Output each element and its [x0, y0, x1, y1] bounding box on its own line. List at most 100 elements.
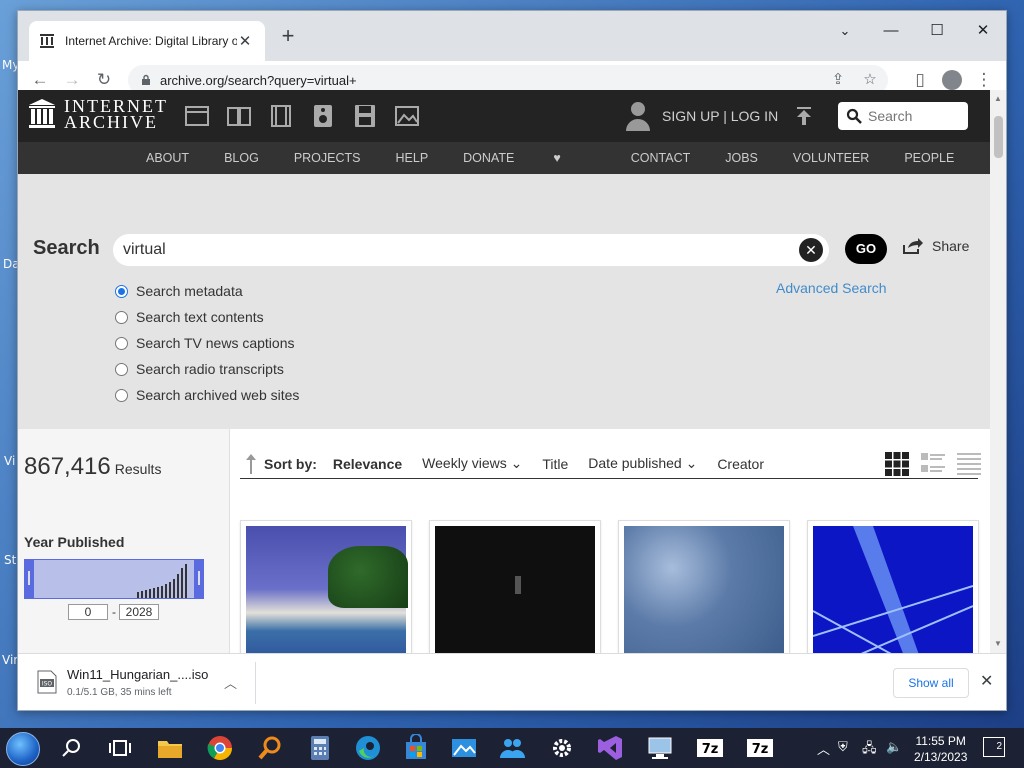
software-disk-icon[interactable] — [352, 104, 378, 128]
sort-creator[interactable]: Creator — [717, 456, 764, 472]
texts-book-icon[interactable] — [226, 104, 252, 128]
volume-icon[interactable]: 🔈 — [886, 739, 902, 755]
result-card[interactable] — [429, 520, 601, 653]
images-icon[interactable] — [394, 104, 420, 128]
desktop-icon-label[interactable]: St — [4, 553, 16, 567]
nav-contact[interactable]: CONTACT — [631, 151, 691, 165]
tab-search-chevron-icon[interactable]: ⌄ — [822, 17, 868, 45]
network-icon[interactable]: 🖧 — [862, 739, 877, 761]
sort-relevance[interactable]: Relevance — [333, 456, 402, 472]
nav-volunteer[interactable]: VOLUNTEER — [793, 151, 869, 165]
user-icon[interactable] — [624, 100, 652, 132]
radio-search-metadata[interactable]: Search metadata — [115, 278, 299, 304]
bookmark-star-icon[interactable]: ☆ — [858, 68, 882, 92]
radio-search-tv[interactable]: Search TV news captions — [115, 330, 299, 356]
signup-login-link[interactable]: SIGN UP | LOG IN — [662, 108, 778, 124]
clear-search-button[interactable]: ✕ — [799, 238, 823, 262]
search-icon[interactable] — [58, 734, 86, 762]
gear-icon[interactable] — [548, 734, 576, 762]
radio-search-text[interactable]: Search text contents — [115, 304, 299, 330]
nav-about[interactable]: ABOUT — [146, 151, 189, 165]
back-arrow-icon[interactable]: ← — [28, 68, 52, 92]
show-all-button[interactable]: Show all — [893, 668, 969, 698]
desktop-icon-label[interactable]: Vir — [2, 653, 18, 667]
upload-icon[interactable] — [794, 106, 814, 126]
histogram-max-handle[interactable] — [194, 559, 204, 599]
scroll-thumb[interactable] — [994, 116, 1003, 158]
scroll-up-icon[interactable]: ▲ — [994, 94, 1002, 103]
result-card[interactable] — [618, 520, 790, 653]
grid-view-icon[interactable] — [884, 451, 910, 477]
7zip-icon[interactable]: 7z — [696, 734, 724, 762]
chevron-up-icon[interactable]: ︿ — [817, 739, 830, 758]
scroll-down-icon[interactable]: ▼ — [994, 639, 1002, 648]
close-window-icon[interactable]: ✕ — [960, 17, 1006, 45]
minimize-icon[interactable]: — — [868, 17, 914, 45]
chrome-icon[interactable] — [206, 734, 234, 762]
side-panel-icon[interactable]: ▯ — [908, 68, 932, 92]
nav-blog[interactable]: BLOG — [224, 151, 259, 165]
task-view-icon[interactable] — [106, 734, 134, 762]
year-histogram[interactable] — [24, 559, 204, 599]
video-film-icon[interactable] — [268, 104, 294, 128]
nav-help[interactable]: HELP — [396, 151, 429, 165]
file-explorer-icon[interactable] — [156, 734, 184, 762]
radio-search-radio[interactable]: Search radio transcripts — [115, 356, 299, 382]
year-max-input[interactable] — [119, 604, 159, 620]
desktop-icon-label[interactable]: Vi — [4, 454, 15, 468]
forward-arrow-icon[interactable]: → — [60, 68, 84, 92]
browser-tab[interactable]: Internet Archive: Digital Library o ✕ — [29, 21, 265, 61]
edge-icon[interactable] — [354, 734, 382, 762]
reload-icon[interactable]: ↻ — [92, 68, 116, 92]
7zip-icon[interactable]: 7z — [746, 734, 774, 762]
histogram-min-handle[interactable] — [24, 559, 34, 599]
audio-speaker-icon[interactable] — [310, 104, 336, 128]
result-card[interactable] — [807, 520, 979, 653]
web-icon[interactable] — [184, 104, 210, 128]
search-tool-icon[interactable] — [256, 734, 284, 762]
list-detail-view-icon[interactable] — [920, 451, 946, 477]
nav-projects[interactable]: PROJECTS — [294, 151, 361, 165]
list-compact-view-icon[interactable] — [956, 451, 982, 477]
profile-avatar[interactable] — [942, 70, 962, 90]
nav-donate[interactable]: DONATE ♥ — [463, 151, 596, 165]
network-computer-icon[interactable] — [646, 734, 674, 762]
radio-button[interactable] — [115, 336, 128, 350]
calculator-icon[interactable] — [306, 734, 334, 762]
page-scrollbar[interactable]: ▲ ▼ — [990, 90, 1006, 653]
ia-logo[interactable]: INTERNET ARCHIVE — [28, 97, 168, 131]
radio-search-web[interactable]: Search archived web sites — [115, 382, 299, 408]
sort-title[interactable]: Title — [542, 456, 568, 472]
share-page-icon[interactable]: ⇪ — [826, 68, 850, 92]
nav-jobs[interactable]: JOBS — [725, 151, 758, 165]
close-shelf-icon[interactable]: ✕ — [980, 671, 993, 691]
sort-date-published[interactable]: Date published ⌄ — [588, 455, 697, 472]
chevron-up-icon[interactable]: ︿ — [224, 673, 237, 692]
go-button[interactable]: GO — [845, 234, 887, 264]
ia-search-box[interactable] — [838, 102, 968, 130]
share-button[interactable]: Share — [902, 237, 969, 255]
radio-button[interactable] — [115, 362, 128, 376]
new-tab-icon[interactable]: + — [278, 25, 298, 47]
visual-studio-icon[interactable] — [596, 734, 624, 762]
start-button[interactable] — [6, 732, 40, 766]
tab-close-icon[interactable]: ✕ — [237, 32, 253, 50]
notifications-button[interactable]: 2 — [983, 737, 1005, 757]
security-shield-icon[interactable]: ⛨ — [838, 739, 848, 755]
result-card[interactable] — [240, 520, 412, 653]
advanced-search-link[interactable]: Advanced Search — [776, 280, 887, 296]
search-query-input[interactable] — [123, 241, 783, 259]
store-icon[interactable] — [402, 734, 430, 762]
people-icon[interactable] — [498, 734, 526, 762]
radio-button[interactable] — [115, 388, 128, 402]
radio-button[interactable] — [115, 284, 128, 298]
download-filename[interactable]: Win11_Hungarian_....iso — [67, 667, 208, 682]
system-clock[interactable]: 11:55 PM 2/13/2023 — [914, 733, 967, 765]
maximize-icon[interactable]: ☐ — [914, 17, 960, 45]
year-min-input[interactable] — [68, 604, 108, 620]
more-menu-icon[interactable]: ⋮ — [972, 68, 996, 92]
ia-search-input[interactable] — [868, 108, 963, 124]
nav-people[interactable]: PEOPLE — [904, 151, 954, 165]
photos-icon[interactable] — [450, 734, 478, 762]
search-field[interactable] — [113, 234, 829, 266]
